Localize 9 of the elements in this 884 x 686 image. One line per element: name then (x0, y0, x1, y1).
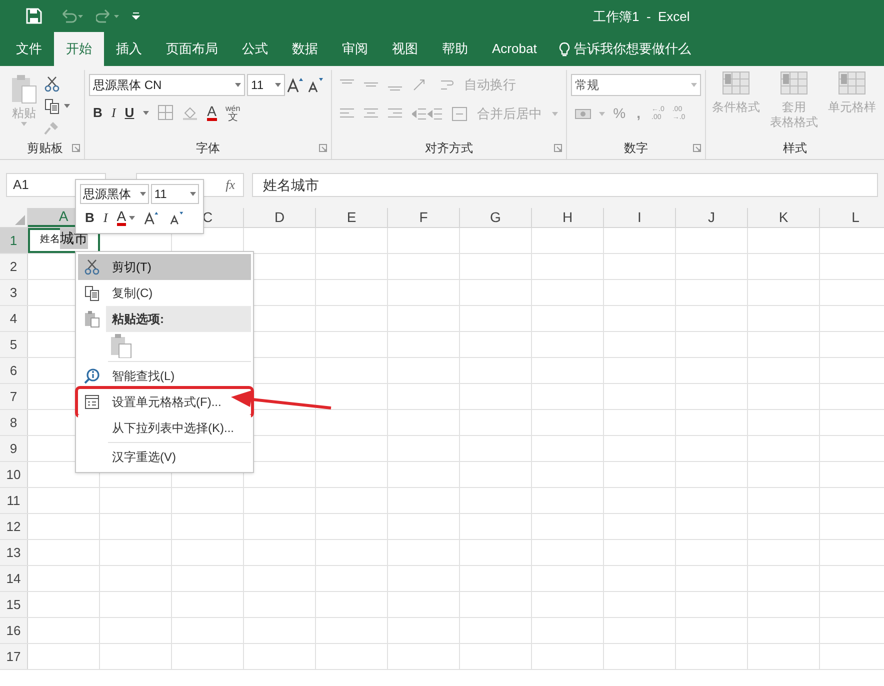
ribbon-group-label: 字体 (196, 140, 220, 157)
ribbon-group-label: 样式 (783, 140, 808, 157)
menu-section-header: 粘贴选项: (106, 306, 251, 332)
phonetic-guide-character: 文 (228, 112, 238, 122)
ribbon-group-label: 数字 (624, 140, 648, 157)
ribbon-group-label: 对齐方式 (425, 140, 474, 157)
window-title: 工作簿1 - Excel (593, 8, 690, 26)
ribbon-group-label: 剪贴板 (27, 140, 64, 157)
cell-text: 姓名 (40, 233, 60, 247)
